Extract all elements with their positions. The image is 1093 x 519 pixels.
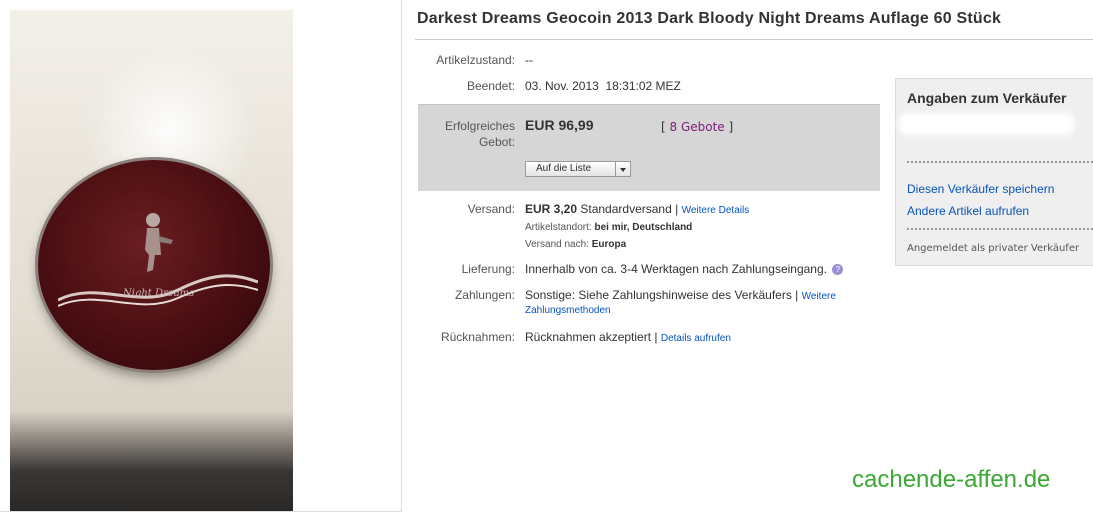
bid-bracket-close: ] xyxy=(724,120,734,134)
winning-price: EUR 96,99 xyxy=(525,117,594,133)
coin-engraving: Night Dreams xyxy=(123,288,195,299)
dotted-divider xyxy=(907,228,1093,230)
help-icon[interactable]: ? xyxy=(832,264,844,276)
returns-value: Rücknahmen akzeptiert | xyxy=(525,330,658,344)
payment-row: Sonstige: Siehe Zahlungshinweise des Ver… xyxy=(525,288,836,302)
watermark: cachende-affen.de xyxy=(852,466,1051,493)
other-items-link[interactable]: Andere Artikel aufrufen xyxy=(907,204,1029,218)
delivery-row: Innerhalb von ca. 3-4 Werktagen nach Zah… xyxy=(525,262,844,276)
bid-bracket-open: [ xyxy=(661,120,670,134)
ship-to-value: Europa xyxy=(591,239,627,250)
item-title: Darkest Dreams Geocoin 2013 Dark Bloody … xyxy=(417,10,1002,27)
payment-link-row: Zahlungsmethoden xyxy=(525,305,611,316)
ended-value: 03. Nov. 2013 18:31:02 MEZ xyxy=(525,79,681,93)
bid-label-line1: Erfolgreiches xyxy=(444,119,515,133)
payment-label: Zahlungen: xyxy=(454,288,515,302)
delivery-label: Lieferung: xyxy=(461,262,515,276)
chevron-down-icon[interactable] xyxy=(615,162,630,176)
save-seller-link[interactable]: Diesen Verkäufer speichern xyxy=(907,182,1054,196)
item-photo[interactable]: Night Dreams xyxy=(10,10,293,511)
returns-details-link[interactable]: Details aufrufen xyxy=(661,333,731,344)
bid-history-link[interactable]: 8 Gebote xyxy=(670,120,725,134)
ship-to-label: Versand nach: xyxy=(525,239,589,250)
add-to-watchlist-button[interactable]: Auf die Liste xyxy=(525,161,631,177)
geocoin-image: Night Dreams xyxy=(38,160,270,370)
condition-value: -- xyxy=(525,53,533,67)
payment-methods-link-part1[interactable]: Weitere xyxy=(802,291,836,302)
payment-methods-link-part2[interactable]: Zahlungsmethoden xyxy=(525,305,611,316)
shipping-method: Standardversand | xyxy=(580,202,679,216)
dotted-divider xyxy=(907,161,1093,163)
shipping-price: EUR 3,20 xyxy=(525,202,578,216)
item-photo-frame: Night Dreams xyxy=(0,0,402,512)
seller-panel-title: Angaben zum Verkäufer xyxy=(907,90,1067,106)
private-seller-note: Angemeldet als privater Verkäufer xyxy=(907,243,1080,254)
shipping-label: Versand: xyxy=(467,202,515,216)
location-label: Artikelstandort: xyxy=(525,222,592,233)
payment-value: Sonstige: Siehe Zahlungshinweise des Ver… xyxy=(525,288,799,302)
shipping-row: EUR 3,20 Standardversand | Weitere Detai… xyxy=(525,202,749,216)
ship-to-row: Versand nach: Europa xyxy=(525,239,626,250)
returns-label: Rücknahmen: xyxy=(440,330,515,344)
seller-info-panel: Angaben zum Verkäufer Diesen Verkäufer s… xyxy=(895,78,1093,266)
ended-label: Beendet: xyxy=(466,79,515,93)
condition-label: Artikelzustand: xyxy=(436,53,515,67)
location-row: Artikelstandort: bei mir, Deutschland xyxy=(525,222,692,233)
bid-count: [ 8 Gebote ] xyxy=(661,120,733,134)
returns-row: Rücknahmen akzeptiert | Details aufrufen xyxy=(525,330,731,344)
location-value: bei mir, Deutschland xyxy=(594,222,693,233)
delivery-value: Innerhalb von ca. 3-4 Werktagen nach Zah… xyxy=(525,262,827,276)
watch-button-label: Auf die Liste xyxy=(536,163,592,174)
shipping-details-link[interactable]: Weitere Details xyxy=(682,205,750,216)
seller-name-redacted xyxy=(899,113,1074,135)
title-divider xyxy=(415,39,1093,40)
bid-label-line2: Gebot: xyxy=(478,135,515,149)
